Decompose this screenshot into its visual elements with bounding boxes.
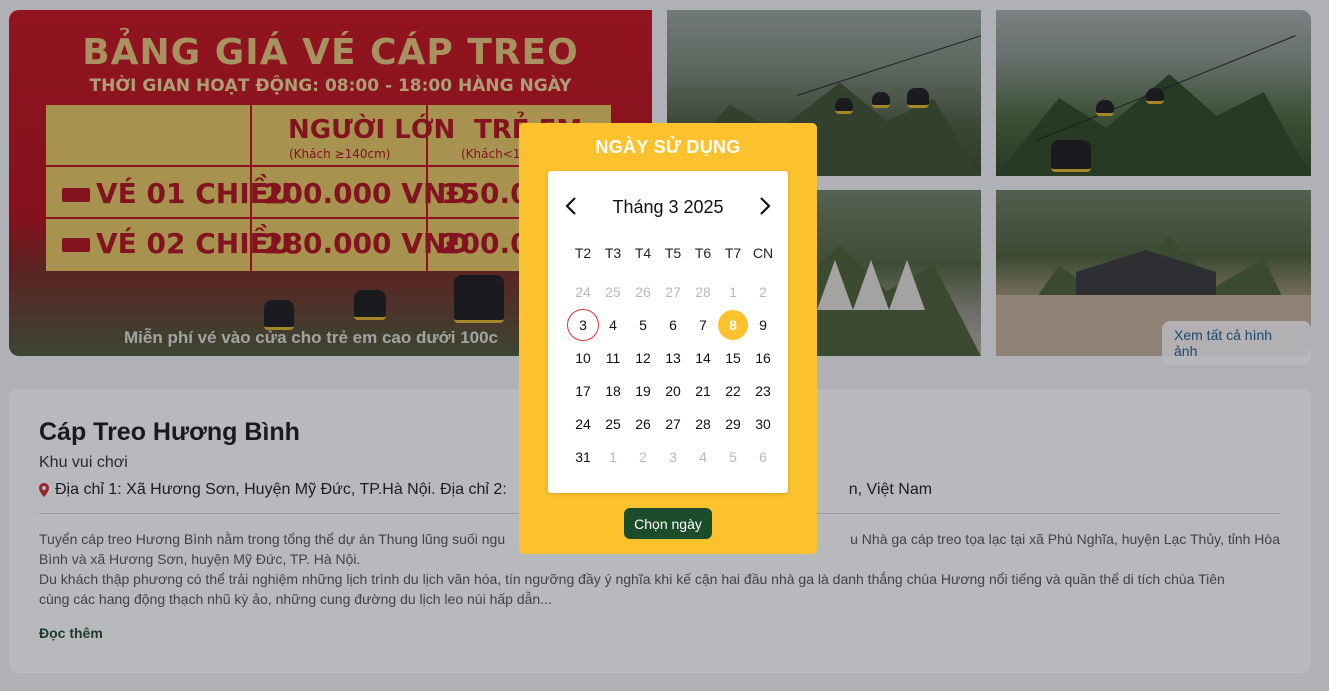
calendar-week: 31 1 2 3 4 5 6: [568, 440, 778, 473]
calendar-day: 1: [609, 448, 617, 465]
calendar-day[interactable]: 11: [598, 341, 628, 374]
calendar: Tháng 3 2025 T2 T3 T4 T5 T6 T7 CN 24 25 26…: [548, 171, 788, 493]
calendar-day[interactable]: 25: [598, 407, 628, 440]
chevron-right-icon: [760, 197, 771, 215]
calendar-day[interactable]: 21: [688, 374, 718, 407]
calendar-day: 27: [665, 283, 681, 300]
calendar-day[interactable]: 9: [748, 308, 778, 341]
calendar-day[interactable]: 30: [748, 407, 778, 440]
calendar-day: 2: [759, 283, 767, 300]
weekday-label: T2: [574, 245, 592, 261]
calendar-day[interactable]: 10: [568, 341, 598, 374]
weekday-label: T3: [604, 245, 622, 261]
weekday-label: T6: [694, 245, 712, 261]
calendar-day[interactable]: 26: [628, 407, 658, 440]
modal-title: NGÀY SỬ DỤNG: [595, 137, 741, 157]
calendar-day: 4: [699, 448, 707, 465]
calendar-day[interactable]: 13: [658, 341, 688, 374]
calendar-day[interactable]: 15: [718, 341, 748, 374]
calendar-day: 2: [639, 448, 647, 465]
calendar-week: 10 11 12 13 14 15 16: [568, 341, 778, 374]
calendar-day[interactable]: 18: [598, 374, 628, 407]
calendar-day: 24: [575, 283, 591, 300]
calendar-grid: 24 25 26 27 28 1 2 3 4 5 6 7 8 9 10 11 12 13 14 15 16 17 18 19 2…: [567, 275, 778, 473]
next-month-button[interactable]: [752, 193, 778, 219]
calendar-day[interactable]: 28: [688, 407, 718, 440]
calendar-day[interactable]: 6: [658, 308, 688, 341]
weekday-header: T2 T3 T4 T5 T6 T7 CN: [568, 245, 778, 261]
calendar-day: 6: [759, 448, 767, 465]
weekday-label: T5: [664, 245, 682, 261]
calendar-day[interactable]: 31: [568, 440, 598, 473]
calendar-day[interactable]: 17: [568, 374, 598, 407]
calendar-day: 1: [729, 283, 737, 300]
calendar-day[interactable]: 4: [598, 308, 628, 341]
calendar-day: 28: [695, 283, 711, 300]
calendar-week: 17 18 19 20 21 22 23: [568, 374, 778, 407]
calendar-day-today[interactable]: 3: [567, 308, 599, 341]
calendar-day[interactable]: 23: [748, 374, 778, 407]
calendar-day[interactable]: 5: [628, 308, 658, 341]
calendar-week: 24 25 26 27 28 29 30: [568, 407, 778, 440]
calendar-day[interactable]: 19: [628, 374, 658, 407]
weekday-label: CN: [752, 245, 774, 261]
calendar-day: 26: [635, 283, 651, 300]
calendar-day[interactable]: 12: [628, 341, 658, 374]
calendar-day: 25: [605, 283, 621, 300]
calendar-day-selected[interactable]: 8: [718, 308, 748, 341]
calendar-day[interactable]: 14: [688, 341, 718, 374]
calendar-day[interactable]: 27: [658, 407, 688, 440]
calendar-day[interactable]: 7: [688, 308, 718, 341]
calendar-day[interactable]: 20: [658, 374, 688, 407]
calendar-week: 3456789: [567, 308, 778, 341]
calendar-day[interactable]: 29: [718, 407, 748, 440]
calendar-day: 5: [729, 448, 737, 465]
calendar-day: 3: [669, 448, 677, 465]
calendar-day[interactable]: 22: [718, 374, 748, 407]
weekday-label: T7: [724, 245, 742, 261]
date-picker-modal: NGÀY SỬ DỤNG Tháng 3 2025 T2 T3 T4 T5 T6…: [519, 123, 817, 554]
calendar-day[interactable]: 24: [568, 407, 598, 440]
choose-date-button[interactable]: Chọn ngày: [624, 508, 712, 539]
weekday-label: T4: [634, 245, 652, 261]
calendar-week: 24 25 26 27 28 1 2: [568, 275, 778, 308]
calendar-day[interactable]: 16: [748, 341, 778, 374]
